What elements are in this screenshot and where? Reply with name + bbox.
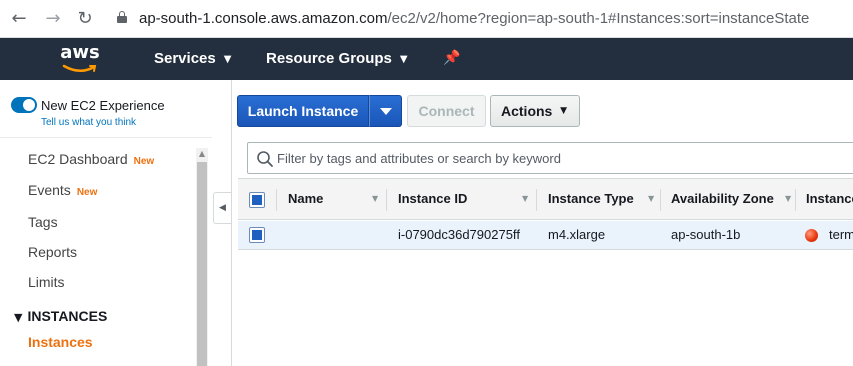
- column-header-label: Availability Zone: [671, 191, 774, 206]
- column-header-availability-zone[interactable]: Availability Zone ▼: [671, 179, 793, 219]
- connect-button[interactable]: Connect: [407, 95, 486, 127]
- collapse-sidebar-button[interactable]: ◀: [213, 192, 231, 224]
- chevron-left-icon: ◀: [219, 203, 226, 213]
- column-header-instance-id[interactable]: Instance ID ▼: [398, 179, 534, 219]
- instances-table-header: Name ▼ Instance ID ▼ Instance Type ▼ Availa…: [238, 178, 853, 220]
- chevron-down-icon: ▼: [399, 54, 408, 65]
- scroll-up-icon[interactable]: ▲: [196, 148, 208, 160]
- sidebar-item-label: EC2 Dashboard: [28, 151, 128, 167]
- sort-icon[interactable]: ▼: [522, 179, 528, 219]
- pin-icon[interactable]: 📌: [443, 50, 460, 66]
- browser-toolbar: ← → ↻ ap-south-1.console.aws.amazon.com/…: [0, 0, 853, 38]
- url-host: ap-south-1.console.aws.amazon.com: [139, 10, 388, 27]
- sidebar-item-label: Tags: [28, 214, 58, 230]
- caret-down-icon: [380, 108, 392, 115]
- column-separator: [276, 189, 277, 211]
- new-badge: New: [76, 187, 98, 198]
- scrollbar-thumb[interactable]: [197, 162, 207, 366]
- column-header-instance-type[interactable]: Instance Type ▼: [548, 179, 660, 219]
- column-separator: [660, 189, 661, 211]
- aws-smile-icon: [62, 64, 97, 72]
- aws-logo-text: aws: [60, 42, 100, 63]
- sidebar-item-ec2-dashboard[interactable]: EC2 Dashboard New: [28, 151, 154, 167]
- filter-search-box: [247, 142, 853, 174]
- column-separator: [795, 189, 796, 211]
- row-checkbox[interactable]: [249, 227, 265, 243]
- table-row[interactable]: i-0790dc36d790275ff m4.xlarge ap-south-1…: [238, 221, 853, 250]
- resource-groups-label: Resource Groups: [266, 50, 392, 67]
- new-experience-toggle[interactable]: [11, 97, 37, 113]
- forward-arrow-icon[interactable]: →: [42, 8, 64, 30]
- chevron-down-icon: ▼: [223, 54, 232, 65]
- column-header-name[interactable]: Name ▼: [288, 179, 384, 219]
- column-header-label: Instance ID: [398, 191, 468, 206]
- cell-instance-type: m4.xlarge: [548, 227, 606, 242]
- sidebar-item-label: Events: [28, 182, 71, 198]
- sort-icon[interactable]: ▼: [372, 179, 378, 219]
- sidebar-border: [231, 80, 232, 366]
- url-path: /ec2/v2/home?region=ap-south-1#Instances…: [387, 10, 810, 27]
- resource-groups-menu[interactable]: Resource Groups ▼: [266, 50, 408, 67]
- triangle-down-icon: ▼: [14, 311, 23, 324]
- cell-instance-id: i-0790dc36d790275ff: [398, 227, 520, 242]
- feedback-link[interactable]: Tell us what you think: [41, 117, 136, 128]
- sidebar-divider: [0, 137, 212, 138]
- launch-instance-button[interactable]: Launch Instance: [237, 95, 369, 127]
- sidebar-section-instances[interactable]: ▼ INSTANCES: [14, 308, 107, 324]
- sort-icon[interactable]: ▼: [785, 179, 791, 219]
- column-separator: [536, 189, 537, 211]
- sidebar-item-instances[interactable]: Instances: [28, 334, 93, 350]
- sidebar-item-label: Reports: [28, 244, 78, 260]
- services-menu[interactable]: Services ▼: [154, 50, 231, 67]
- chevron-down-icon: ▼: [560, 106, 567, 116]
- launch-instance-dropdown[interactable]: [369, 95, 402, 127]
- aws-logo[interactable]: aws: [58, 42, 102, 76]
- select-all-checkbox[interactable]: [249, 192, 265, 208]
- reload-icon[interactable]: ↻: [74, 8, 96, 30]
- state-terminated-icon: [805, 229, 818, 242]
- sidebar-item-tags[interactable]: Tags: [28, 214, 58, 230]
- lock-icon: [117, 11, 127, 23]
- sidebar-item-reports[interactable]: Reports: [28, 244, 77, 260]
- actions-label: Actions: [501, 103, 553, 119]
- actions-button[interactable]: Actions ▼: [490, 95, 580, 127]
- column-header-label: Instance Type: [548, 191, 634, 206]
- aws-top-nav: aws Services ▼ Resource Groups ▼ 📌: [0, 38, 853, 80]
- sidebar-item-limits[interactable]: Limits: [28, 274, 65, 290]
- back-arrow-icon[interactable]: ←: [8, 8, 30, 30]
- sidebar-item-label: Limits: [28, 274, 65, 290]
- sidebar: New EC2 Experience Tell us what you thin…: [0, 80, 212, 366]
- address-bar[interactable]: ap-south-1.console.aws.amazon.com/ec2/v2…: [139, 10, 809, 27]
- column-header-label: Name: [288, 191, 324, 206]
- services-label: Services: [154, 50, 216, 67]
- cell-availability-zone: ap-south-1b: [671, 227, 741, 242]
- column-separator: [386, 189, 387, 211]
- search-icon: [257, 151, 273, 167]
- sort-icon[interactable]: ▼: [648, 179, 654, 219]
- column-header-instance-state[interactable]: Instance State: [806, 179, 853, 219]
- search-input[interactable]: [277, 143, 847, 173]
- new-experience-label: New EC2 Experience: [41, 98, 165, 113]
- cell-instance-state: terminated: [829, 227, 853, 242]
- sidebar-item-events[interactable]: Events New: [28, 182, 97, 198]
- section-label: INSTANCES: [27, 308, 108, 324]
- new-badge: New: [133, 156, 155, 167]
